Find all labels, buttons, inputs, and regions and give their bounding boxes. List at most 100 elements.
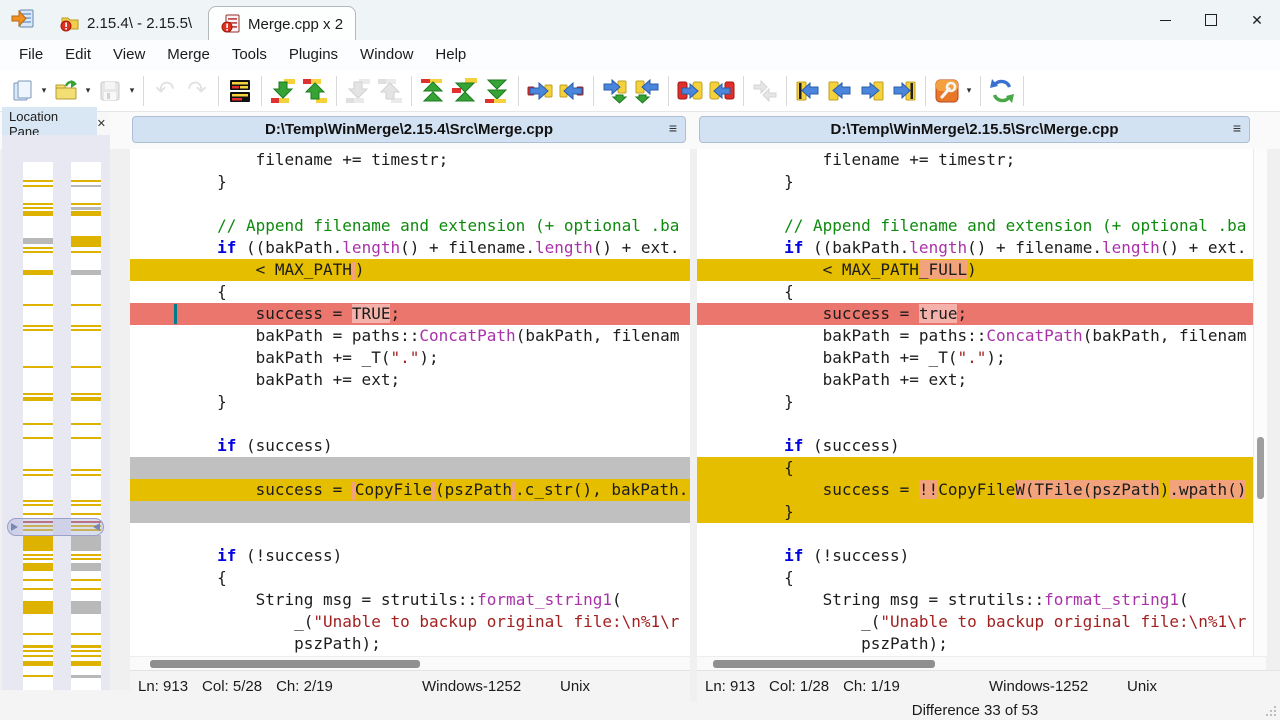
menu-item-view[interactable]: View [102, 40, 156, 70]
location-diff-strip[interactable] [23, 304, 53, 306]
vertical-scrollbar-thumb[interactable] [1257, 437, 1264, 499]
location-diff-strip[interactable] [71, 270, 101, 275]
left-pane-header[interactable]: D:\Temp\WinMerge\2.15.4\Src\Merge.cpp ≡ [132, 116, 686, 143]
code-line[interactable]: } [130, 171, 690, 193]
location-diff-strip[interactable] [23, 325, 53, 327]
location-diff-strip[interactable] [23, 675, 53, 677]
location-diff-strip[interactable] [23, 238, 53, 244]
close-button[interactable]: ✕ [1234, 0, 1280, 40]
code-line[interactable]: bakPath = paths::ConcatPath(bakPath, fil… [130, 325, 690, 347]
current-difference-button[interactable] [449, 74, 481, 108]
location-pane-body[interactable] [2, 135, 110, 690]
options-button[interactable] [931, 74, 963, 108]
code-line[interactable] [697, 413, 1253, 435]
code-line[interactable]: } [697, 171, 1253, 193]
location-diff-strip[interactable] [23, 633, 53, 635]
code-line[interactable]: bakPath += ext; [697, 369, 1253, 391]
code-line[interactable]: if (!success) [130, 545, 690, 567]
code-line[interactable]: pszPath); [130, 633, 690, 655]
right-code-editor[interactable]: filename += timestr; } // Append filenam… [697, 149, 1253, 656]
code-line[interactable]: if ((bakPath.length() + filename.length(… [697, 237, 1253, 259]
code-line[interactable] [130, 413, 690, 435]
left-horizontal-scrollbar-thumb[interactable] [150, 660, 420, 668]
location-diff-strip[interactable] [23, 270, 53, 275]
code-line[interactable] [697, 523, 1253, 545]
code-line[interactable]: String msg = strutils::format_string1( [697, 589, 1253, 611]
location-diff-strip[interactable] [23, 655, 53, 657]
right-pane-menu-icon[interactable]: ≡ [1233, 120, 1241, 136]
menu-item-tools[interactable]: Tools [221, 40, 278, 70]
location-diff-strip[interactable] [23, 207, 53, 209]
next-difference-button[interactable] [267, 74, 299, 108]
location-diff-strip[interactable] [23, 579, 53, 581]
code-line[interactable]: bakPath += ext; [130, 369, 690, 391]
copy-right-and-advance-button[interactable] [599, 74, 631, 108]
right-horizontal-scrollbar-thumb[interactable] [713, 660, 935, 668]
tab-folder-compare[interactable]: 2.15.4\ - 2.15.5\ [48, 6, 204, 40]
code-line[interactable]: } [130, 391, 690, 413]
code-line[interactable] [130, 457, 690, 479]
code-line[interactable] [130, 501, 690, 523]
code-line[interactable]: success = true; [697, 303, 1253, 325]
code-line[interactable]: < MAX_PATH) [130, 259, 690, 281]
location-diff-strip[interactable] [71, 469, 101, 471]
location-diff-strip[interactable] [71, 180, 101, 182]
code-line[interactable]: _("Unable to backup original file:\n%1\r [130, 611, 690, 633]
code-line[interactable]: if (success) [697, 435, 1253, 457]
copy-right-button[interactable] [524, 74, 556, 108]
code-line[interactable] [130, 193, 690, 215]
code-line[interactable]: if (!success) [697, 545, 1253, 567]
new-file-dropdown-icon[interactable]: ▾ [38, 74, 50, 108]
location-diff-strip[interactable] [23, 474, 53, 476]
location-diff-strip[interactable] [71, 366, 101, 368]
location-diff-strip[interactable] [23, 180, 53, 182]
tab-file-compare[interactable]: Merge.cpp x 2 [208, 6, 356, 41]
location-bar-right[interactable] [71, 162, 101, 708]
menu-item-plugins[interactable]: Plugins [278, 40, 349, 70]
location-diff-strip[interactable] [71, 633, 101, 635]
location-view-marker[interactable] [7, 518, 104, 536]
location-diff-strip[interactable] [71, 207, 101, 210]
code-line[interactable]: String msg = strutils::format_string1( [130, 589, 690, 611]
menu-item-help[interactable]: Help [424, 40, 477, 70]
save-dropdown-icon[interactable]: ▾ [126, 74, 138, 108]
last-difference-button[interactable] [481, 74, 513, 108]
code-line[interactable]: bakPath += _T("."); [697, 347, 1253, 369]
location-diff-strip[interactable] [71, 500, 101, 502]
code-line[interactable]: success = !!CopyFileW(TFile(pszPath).wpa… [697, 479, 1253, 501]
code-line[interactable]: { [697, 281, 1253, 303]
right-pane-header[interactable]: D:\Temp\WinMerge\2.15.5\Src\Merge.cpp ≡ [699, 116, 1250, 143]
location-diff-strip[interactable] [23, 504, 53, 506]
location-diff-strip[interactable] [71, 397, 101, 401]
location-diff-strip[interactable] [71, 558, 101, 560]
code-line[interactable]: < MAX_PATH_FULL) [697, 259, 1253, 281]
location-diff-strip[interactable] [71, 579, 101, 581]
code-line[interactable]: { [130, 281, 690, 303]
previous-file-button[interactable] [824, 74, 856, 108]
copy-left-button[interactable] [556, 74, 588, 108]
location-diff-strip[interactable] [71, 504, 101, 506]
location-diff-strip[interactable] [23, 588, 53, 590]
code-line[interactable]: filename += timestr; [130, 149, 690, 171]
new-file-button[interactable] [6, 74, 38, 108]
previous-difference-button[interactable] [299, 74, 331, 108]
menu-item-edit[interactable]: Edit [54, 40, 102, 70]
code-line[interactable]: { [130, 567, 690, 589]
copy-all-left-button[interactable] [706, 74, 738, 108]
location-diff-strip[interactable] [71, 563, 101, 571]
code-line[interactable]: bakPath = paths::ConcatPath(bakPath, fil… [697, 325, 1253, 347]
location-diff-strip[interactable] [71, 601, 101, 614]
location-diff-strip[interactable] [71, 437, 101, 439]
save-button[interactable] [94, 74, 126, 108]
code-line[interactable]: { [697, 567, 1253, 589]
right-horizontal-scrollbar[interactable] [697, 656, 1266, 670]
location-diff-strip[interactable] [71, 661, 101, 666]
location-diff-strip[interactable] [71, 474, 101, 476]
location-diff-strip[interactable] [23, 645, 53, 648]
menu-item-file[interactable]: File [8, 40, 54, 70]
resize-grip[interactable] [1265, 705, 1277, 717]
undo-button[interactable]: ↶ [149, 74, 181, 108]
last-file-button[interactable] [888, 74, 920, 108]
location-diff-strip[interactable] [23, 203, 53, 205]
menu-item-window[interactable]: Window [349, 40, 424, 70]
